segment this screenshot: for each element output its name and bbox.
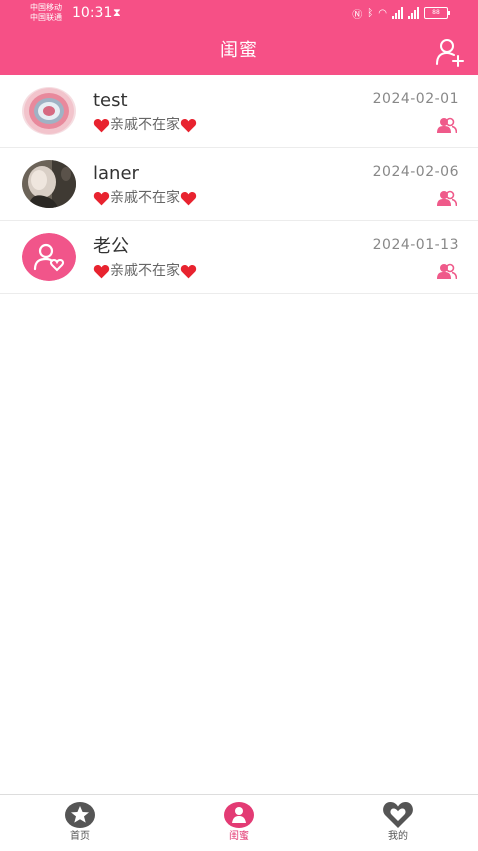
status-label: 亲戚不在家 xyxy=(110,263,180,279)
add-friend-icon[interactable] xyxy=(434,36,466,68)
carrier-2: 中国联通 xyxy=(30,13,62,22)
friend-row[interactable]: 老公 亲戚不在家 2024-01-13 xyxy=(0,221,478,294)
battery-level: 88 xyxy=(432,9,440,16)
avatar xyxy=(22,160,76,208)
friend-row[interactable]: test 亲戚不在家 2024-02-01 xyxy=(0,75,478,148)
friend-date: 2024-01-13 xyxy=(372,237,459,253)
star-icon xyxy=(65,802,95,828)
heart-icon xyxy=(93,191,110,205)
status-bar: 中国移动 中国联通 10:31 ⧗ Ⓝ ᛒ ◠ 88 xyxy=(0,0,478,28)
friend-name: 老公 xyxy=(93,236,129,257)
friends-icon[interactable] xyxy=(437,117,457,133)
friend-date: 2024-02-01 xyxy=(372,91,459,107)
heart-icon xyxy=(93,264,110,278)
tab-label: 我的 xyxy=(388,831,408,842)
carrier-info: 中国移动 中国联通 xyxy=(30,3,62,23)
friend-name: test xyxy=(93,90,128,111)
avatar xyxy=(22,87,76,135)
heart-icon xyxy=(180,264,197,278)
top-app-bar: 中国移动 中国联通 10:31 ⧗ Ⓝ ᛒ ◠ 88 闺蜜 xyxy=(0,0,478,75)
friend-date: 2024-02-06 xyxy=(372,164,459,180)
tab-mine[interactable]: 我的 xyxy=(358,801,438,844)
heart-icon xyxy=(383,802,413,828)
carrier-1: 中国移动 xyxy=(30,3,62,12)
signal-icon xyxy=(392,7,403,19)
heart-icon xyxy=(180,191,197,205)
friends-icon[interactable] xyxy=(437,263,457,279)
tab-home[interactable]: 首页 xyxy=(40,801,120,844)
clock: 10:31 xyxy=(72,5,113,21)
friend-status: 亲戚不在家 xyxy=(93,261,197,281)
page-title: 闺蜜 xyxy=(220,40,258,61)
heart-icon xyxy=(180,118,197,132)
status-label: 亲戚不在家 xyxy=(110,117,180,133)
bluetooth-icon: ᛒ xyxy=(367,7,374,19)
hourglass-icon: ⧗ xyxy=(113,6,121,19)
friend-row[interactable]: laner 亲戚不在家 2024-02-06 xyxy=(0,148,478,221)
tab-bestie[interactable]: 闺蜜 xyxy=(199,801,279,844)
signal-icon-2 xyxy=(408,7,419,19)
tab-label: 首页 xyxy=(70,831,90,842)
friend-list: test 亲戚不在家 2024-02-01 laner 亲戚不在家 2024-0… xyxy=(0,75,478,294)
bottom-tab-bar: 首页 闺蜜 我的 xyxy=(0,794,478,851)
heart-icon xyxy=(93,118,110,132)
tab-label: 闺蜜 xyxy=(229,831,249,842)
girl-icon xyxy=(224,802,254,828)
friend-status: 亲戚不在家 xyxy=(93,188,197,208)
friend-status: 亲戚不在家 xyxy=(93,115,197,135)
friends-icon[interactable] xyxy=(437,190,457,206)
status-label: 亲戚不在家 xyxy=(110,190,180,206)
status-icons: Ⓝ ᛒ ◠ 88 xyxy=(352,4,450,22)
battery-icon: 88 xyxy=(424,7,450,19)
friend-name: laner xyxy=(93,163,139,184)
avatar xyxy=(22,233,76,281)
nfc-icon: Ⓝ xyxy=(352,9,363,21)
wifi-icon: ◠ xyxy=(378,7,387,19)
